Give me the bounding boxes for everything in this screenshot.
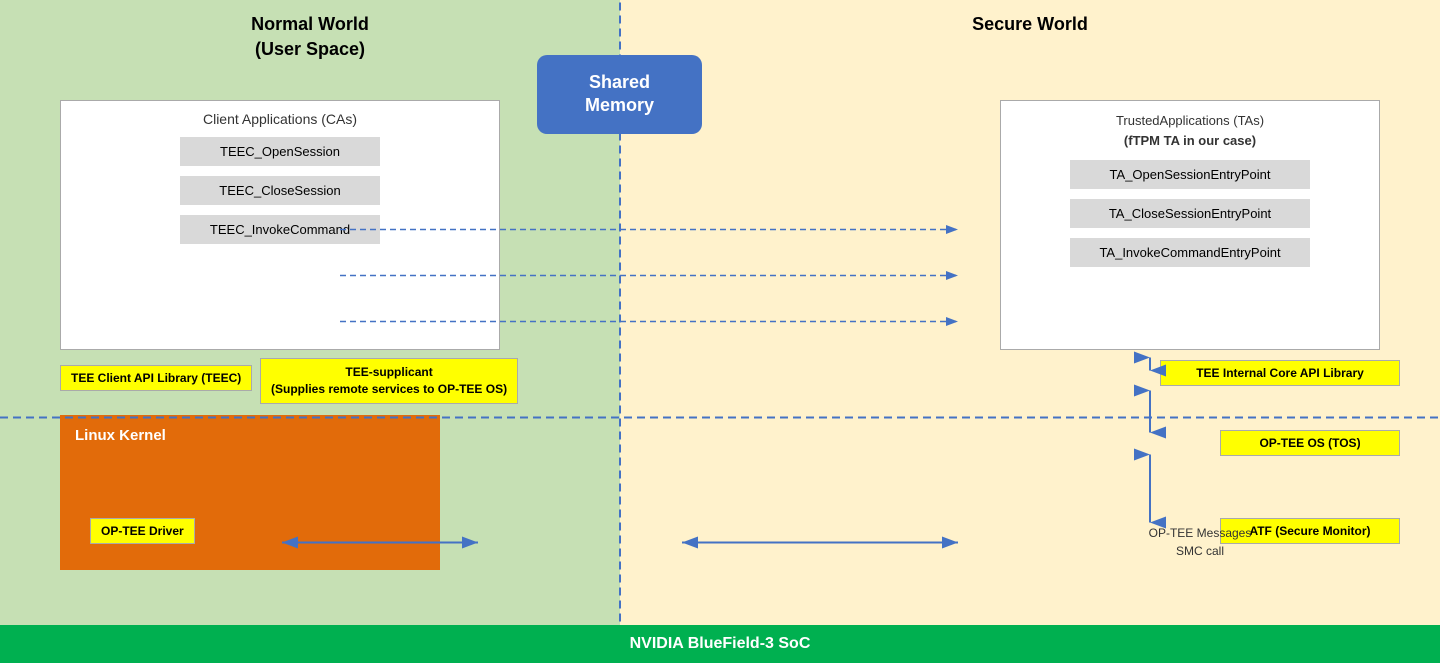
ca-item-invoke-command: TEEC_InvokeCommand: [180, 215, 380, 244]
shared-memory-label-pos: SharedMemory: [585, 72, 654, 115]
nvidia-bar-text: NVIDIA BlueField-3 SoC: [630, 635, 811, 653]
normal-world: Normal World(User Space) Client Applicat…: [0, 0, 620, 625]
tee-internal-label: TEE Internal Core API Library: [1160, 360, 1400, 386]
optee-messages-line1: OP-TEE Messages: [1149, 526, 1252, 540]
tee-client-label: TEE Client API Library (TEEC): [60, 365, 252, 391]
ta-box-title: TrustedApplications (TAs)(fTPM TA in our…: [1016, 111, 1364, 150]
linux-kernel-box: Linux Kernel: [60, 415, 440, 570]
shared-memory-badge-positioned: SharedMemory: [537, 55, 702, 134]
tee-client-yellow-label: TEE Client API Library (TEEC): [60, 365, 252, 391]
ta-item-invoke-command: TA_InvokeCommandEntryPoint: [1070, 238, 1310, 267]
main-container: Normal World(User Space) Client Applicat…: [0, 0, 1440, 663]
worlds-row: Normal World(User Space) Client Applicat…: [0, 0, 1440, 625]
linux-kernel-title: Linux Kernel: [75, 427, 166, 444]
optee-driver-yellow-label: OP-TEE Driver: [90, 518, 195, 544]
tee-supplicant-line1: TEE-supplicant: [345, 365, 432, 379]
secure-world: Secure World TrustedApplications (TAs)(f…: [620, 0, 1440, 625]
ta-item-open-session: TA_OpenSessionEntryPoint: [1070, 160, 1310, 189]
ca-box: Client Applications (CAs) TEEC_OpenSessi…: [60, 100, 500, 350]
ta-box: TrustedApplications (TAs)(fTPM TA in our…: [1000, 100, 1380, 350]
ta-item-close-session: TA_CloseSessionEntryPoint: [1070, 199, 1310, 228]
optee-os-label: OP-TEE OS (TOS): [1220, 430, 1400, 456]
tee-internal-yellow-label: TEE Internal Core API Library: [1160, 360, 1400, 386]
ca-item-close-session: TEEC_CloseSession: [180, 176, 380, 205]
secure-world-title: Secure World: [620, 0, 1440, 37]
normal-world-title: Normal World(User Space): [0, 0, 620, 62]
messages-box: OP-TEE Messages SMC call: [1100, 518, 1300, 566]
optee-driver-label: OP-TEE Driver: [90, 518, 265, 544]
ca-item-open-session: TEEC_OpenSession: [180, 137, 380, 166]
optee-os-yellow-label: OP-TEE OS (TOS): [1220, 430, 1400, 456]
tee-supplicant-yellow-label: TEE-supplicant (Supplies remote services…: [260, 358, 518, 404]
tee-supplicant-label: TEE-supplicant (Supplies remote services…: [260, 358, 518, 404]
ca-box-title: Client Applications (CAs): [76, 111, 484, 127]
nvidia-bar: NVIDIA BlueField-3 SoC: [0, 625, 1440, 663]
optee-messages-line2: SMC call: [1176, 544, 1224, 558]
tee-supplicant-line2: (Supplies remote services to OP-TEE OS): [271, 382, 507, 396]
